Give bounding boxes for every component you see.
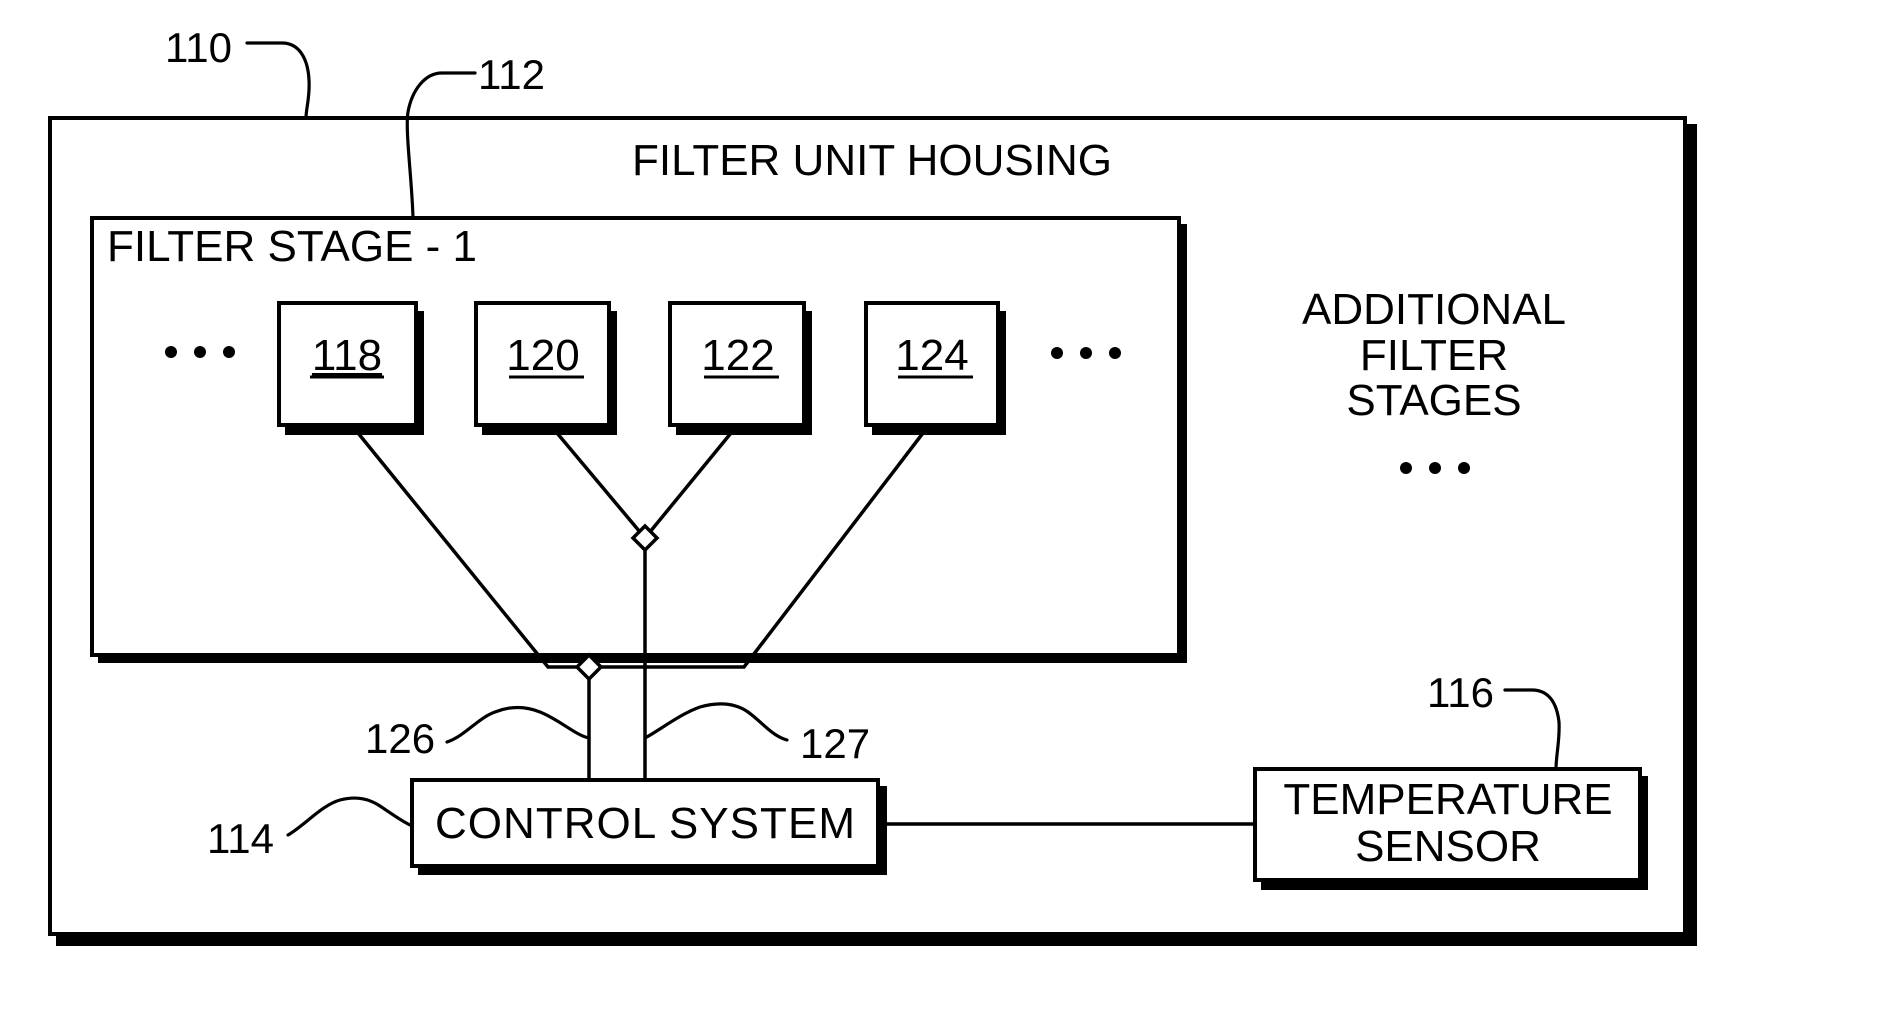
element-ref-118: 118 (312, 331, 382, 380)
housing-title: FILTER UNIT HOUSING (632, 136, 1112, 185)
filter-stage-box (90, 216, 1181, 657)
temperature-sensor: TEMPERATURE SENSOR (1253, 767, 1648, 890)
ref-label-127: 127 (800, 720, 870, 767)
ellipsis-dot (1458, 462, 1470, 474)
leader-110 (245, 41, 311, 120)
ref-label-116: 116 (1427, 669, 1494, 716)
ellipsis-dot (1080, 347, 1092, 359)
filter-element-124: 124 (864, 301, 1006, 435)
ref-label-126: 126 (365, 715, 435, 762)
ref-label-112: 112 (478, 51, 545, 98)
element-ref-120: 120 (506, 331, 579, 380)
ellipsis-dot (1109, 347, 1121, 359)
control-system-label: CONTROL SYSTEM (435, 799, 855, 848)
additional-stages-line-1: ADDITIONAL (1302, 285, 1566, 334)
additional-stages-line-2: FILTER (1360, 331, 1508, 380)
element-ref-122: 122 (701, 331, 774, 380)
temperature-sensor-line-2: SENSOR (1355, 822, 1541, 871)
ref-label-114: 114 (207, 815, 274, 862)
element-ref-124: 124 (895, 331, 968, 380)
filter-stage-title: FILTER STAGE - 1 (107, 222, 477, 271)
control-system: CONTROL SYSTEM (410, 778, 887, 875)
filter-element-122: 122 (668, 301, 812, 435)
ref-label-110: 110 (165, 24, 232, 71)
filter-element-118: 118 (277, 301, 424, 435)
ellipsis-dot (223, 346, 235, 358)
filter-unit-diagram: FILTER UNIT HOUSING 110 FILTER STAGE - 1… (48, 24, 1697, 946)
ellipsis-dot (1051, 347, 1063, 359)
ref-110-callout: 110 (165, 24, 311, 120)
filter-stage-1: FILTER STAGE - 1 (90, 216, 1187, 663)
filter-element-120: 120 (474, 301, 617, 435)
ellipsis-dot (1400, 462, 1412, 474)
temperature-sensor-line-1: TEMPERATURE (1283, 775, 1612, 824)
ellipsis-dot (194, 346, 206, 358)
ellipsis-dot (1429, 462, 1441, 474)
ellipsis-dot (165, 346, 177, 358)
additional-stages-line-3: STAGES (1346, 376, 1521, 425)
